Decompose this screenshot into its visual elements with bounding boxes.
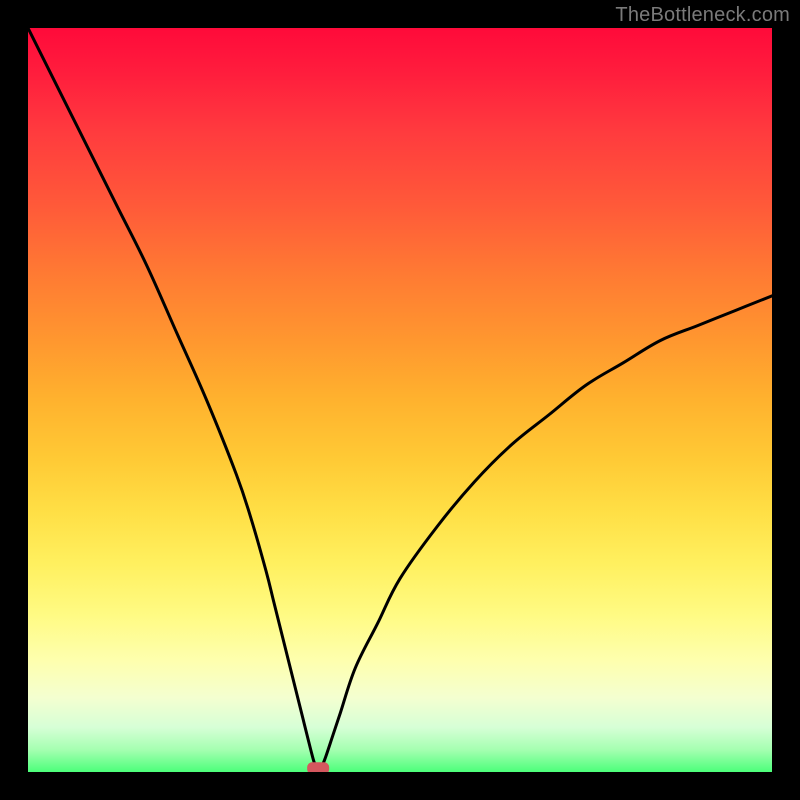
optimum-marker — [307, 762, 329, 772]
chart-frame: TheBottleneck.com — [0, 0, 800, 800]
plot-area — [28, 28, 772, 772]
bottleneck-curve — [28, 28, 772, 770]
curve-layer — [28, 28, 772, 772]
watermark-text: TheBottleneck.com — [615, 4, 790, 27]
